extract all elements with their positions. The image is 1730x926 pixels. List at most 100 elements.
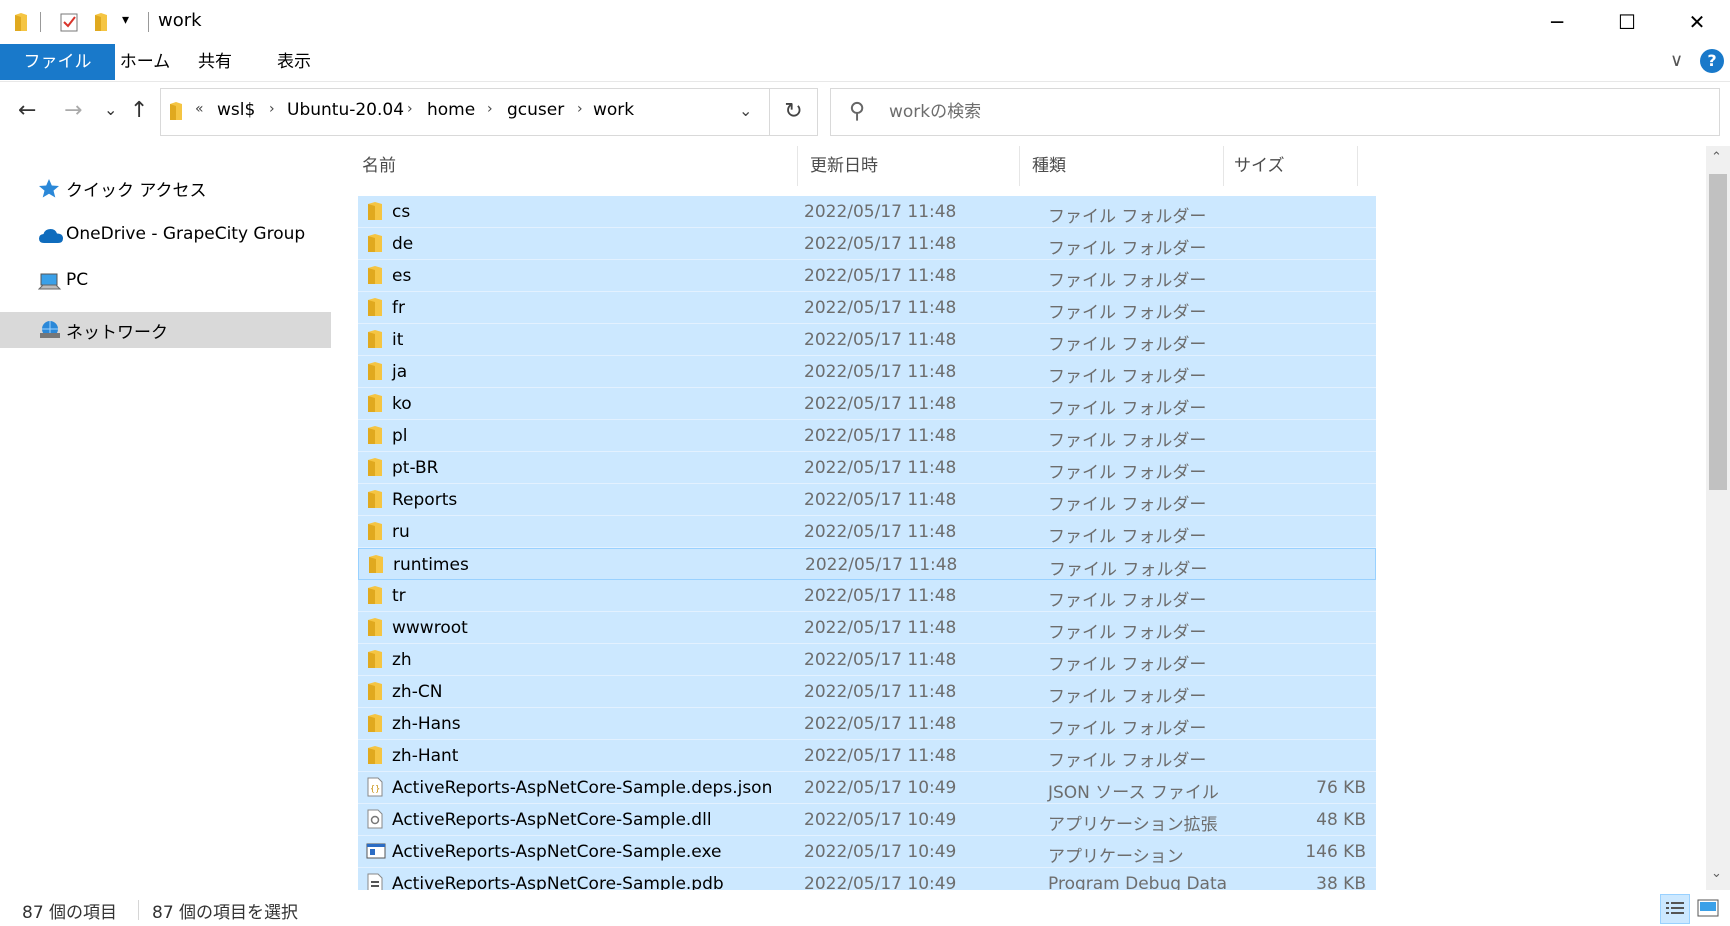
table-row[interactable]: zh-CN 2022/05/17 11:48 ファイル フォルダー: [358, 676, 1376, 708]
ribbon-collapse-icon[interactable]: ∨: [1670, 50, 1683, 71]
folder-icon: [366, 489, 384, 509]
scroll-up-icon[interactable]: ⌃: [1711, 150, 1722, 165]
sidebar-item-quick-access[interactable]: クイック アクセス: [0, 170, 331, 206]
address-overflow-icon[interactable]: «: [195, 101, 204, 117]
table-row[interactable]: ActiveReports-AspNetCore-Sample.dll 2022/…: [358, 804, 1376, 836]
address-folder-icon: [169, 101, 183, 125]
table-row[interactable]: pl 2022/05/17 11:48 ファイル フォルダー: [358, 420, 1376, 452]
quick-access-dropdown-icon[interactable]: ▾: [122, 12, 129, 28]
vertical-scrollbar[interactable]: ⌃ ⌄: [1706, 146, 1730, 890]
breadcrumb-wsl[interactable]: wsl$: [217, 100, 255, 120]
column-header-name[interactable]: 名前: [352, 146, 798, 186]
breadcrumb-separator-icon[interactable]: ›: [577, 101, 583, 117]
table-row[interactable]: it 2022/05/17 11:48 ファイル フォルダー: [358, 324, 1376, 356]
table-row[interactable]: es 2022/05/17 11:48 ファイル フォルダー: [358, 260, 1376, 292]
table-row[interactable]: ja 2022/05/17 11:48 ファイル フォルダー: [358, 356, 1376, 388]
folder-icon: [366, 713, 384, 733]
search-icon: ⚲: [849, 99, 866, 124]
details-view-button[interactable]: [1660, 894, 1690, 924]
large-icons-view-button[interactable]: [1694, 894, 1724, 924]
forward-button[interactable]: →: [64, 98, 82, 123]
up-button[interactable]: ↑: [130, 98, 148, 123]
breadcrumb-home[interactable]: home: [427, 100, 475, 120]
tab-file[interactable]: ファイル: [0, 44, 115, 80]
search-input[interactable]: [889, 97, 1689, 127]
file-type: ファイル フォルダー: [1048, 303, 1207, 323]
search-box[interactable]: ⚲: [830, 88, 1720, 136]
help-icon[interactable]: ?: [1700, 49, 1724, 73]
file-name: de: [392, 234, 414, 254]
tab-share[interactable]: 共有: [180, 44, 250, 80]
file-date: 2022/05/17 11:48: [804, 202, 957, 222]
sidebar-item-onedrive[interactable]: OneDrive - GrapeCity Group: [0, 218, 331, 254]
breadcrumb-separator-icon[interactable]: ›: [407, 101, 413, 117]
table-row[interactable]: tr 2022/05/17 11:48 ファイル フォルダー: [358, 580, 1376, 612]
breadcrumb-separator-icon[interactable]: ›: [269, 101, 275, 117]
file-date: 2022/05/17 11:48: [804, 490, 957, 510]
file-rows: cs 2022/05/17 11:48 ファイル フォルダー de 2022/05/17…: [358, 196, 1376, 890]
address-bar[interactable]: « wsl$ › Ubuntu-20.04 › home › gcuser › …: [160, 88, 770, 136]
file-type: アプリケーション拡張: [1048, 815, 1218, 835]
computer-icon: [37, 272, 62, 292]
table-row[interactable]: zh-Hant 2022/05/17 11:48 ファイル フォルダー: [358, 740, 1376, 772]
table-row[interactable]: wwwroot 2022/05/17 11:48 ファイル フォルダー: [358, 612, 1376, 644]
folder-icon: [366, 329, 384, 349]
column-header-date[interactable]: 更新日時: [800, 146, 1020, 186]
breadcrumb-gcuser[interactable]: gcuser: [507, 100, 564, 120]
tab-view[interactable]: 表示: [254, 44, 334, 80]
folder-icon: [366, 297, 384, 317]
table-row[interactable]: ru 2022/05/17 11:48 ファイル フォルダー: [358, 516, 1376, 548]
sidebar-item-network[interactable]: ネットワーク: [0, 312, 331, 348]
folder-icon: [366, 681, 384, 701]
minimize-button[interactable]: ─: [1522, 0, 1592, 44]
maximize-button[interactable]: ☐: [1592, 0, 1662, 44]
file-type: ファイル フォルダー: [1048, 751, 1207, 771]
column-header-size[interactable]: サイズ: [1224, 146, 1358, 186]
close-button[interactable]: ✕: [1662, 0, 1730, 44]
file-type: ファイル フォルダー: [1048, 239, 1207, 259]
file-date: 2022/05/17 11:48: [804, 394, 957, 414]
table-row[interactable]: fr 2022/05/17 11:48 ファイル フォルダー: [358, 292, 1376, 324]
file-name: ActiveReports-AspNetCore-Sample.exe: [392, 842, 722, 862]
file-type: ファイル フォルダー: [1048, 623, 1207, 643]
file-type: アプリケーション: [1048, 847, 1184, 867]
file-type: ファイル フォルダー: [1049, 560, 1208, 580]
recent-locations-button[interactable]: ⌄: [104, 100, 117, 119]
folder-icon: [366, 745, 384, 765]
address-dropdown-icon[interactable]: ⌄: [739, 101, 752, 120]
table-row[interactable]: {} ActiveReports-AspNetCore-Sample.deps.j…: [358, 772, 1376, 804]
breadcrumb-ubuntu[interactable]: Ubuntu-20.04: [287, 100, 404, 120]
file-date: 2022/05/17 11:48: [804, 618, 957, 638]
table-row[interactable]: pt-BR 2022/05/17 11:48 ファイル フォルダー: [358, 452, 1376, 484]
file-name: cs: [392, 202, 411, 222]
file-date: 2022/05/17 10:49: [804, 810, 957, 830]
breadcrumb-work[interactable]: work: [593, 100, 634, 120]
table-row[interactable]: ActiveReports-AspNetCore-Sample.pdb 2022/…: [358, 868, 1376, 890]
file-list: ^ 名前 更新日時 種類 サイズ cs2022/05/17 11:48ファイル …: [334, 146, 1706, 890]
table-row[interactable]: zh 2022/05/17 11:48 ファイル フォルダー: [358, 644, 1376, 676]
table-row[interactable]: Reports 2022/05/17 11:48 ファイル フォルダー: [358, 484, 1376, 516]
tab-home[interactable]: ホーム: [100, 44, 190, 80]
file-size: 76 KB: [1316, 778, 1366, 798]
table-row[interactable]: zh-Hans 2022/05/17 11:48 ファイル フォルダー: [358, 708, 1376, 740]
breadcrumb-separator-icon[interactable]: ›: [487, 101, 493, 117]
table-row[interactable]: de 2022/05/17 11:48 ファイル フォルダー: [358, 228, 1376, 260]
table-row[interactable]: ko 2022/05/17 11:48 ファイル フォルダー: [358, 388, 1376, 420]
table-row[interactable]: ActiveReports-AspNetCore-Sample.exe 2022/…: [358, 836, 1376, 868]
folder-icon: [366, 233, 384, 253]
table-row[interactable]: cs 2022/05/17 11:48 ファイル フォルダー: [358, 196, 1376, 228]
details-view-icon: [1666, 902, 1684, 914]
file-name: zh-Hans: [392, 714, 461, 734]
back-button[interactable]: ←: [18, 98, 36, 123]
star-icon: [38, 178, 60, 198]
column-header-type[interactable]: 種類: [1022, 146, 1224, 186]
folder-icon: [366, 649, 384, 669]
new-folder-icon[interactable]: [94, 12, 108, 36]
properties-icon[interactable]: [60, 12, 78, 36]
file-name: it: [392, 330, 404, 350]
sidebar-item-pc[interactable]: PC: [0, 264, 331, 300]
scroll-thumb[interactable]: [1709, 174, 1727, 490]
scroll-down-icon[interactable]: ⌄: [1711, 866, 1722, 881]
refresh-button[interactable]: ↻: [770, 88, 818, 136]
table-row[interactable]: runtimes 2022/05/17 11:48 ファイル フォルダー: [358, 548, 1376, 580]
